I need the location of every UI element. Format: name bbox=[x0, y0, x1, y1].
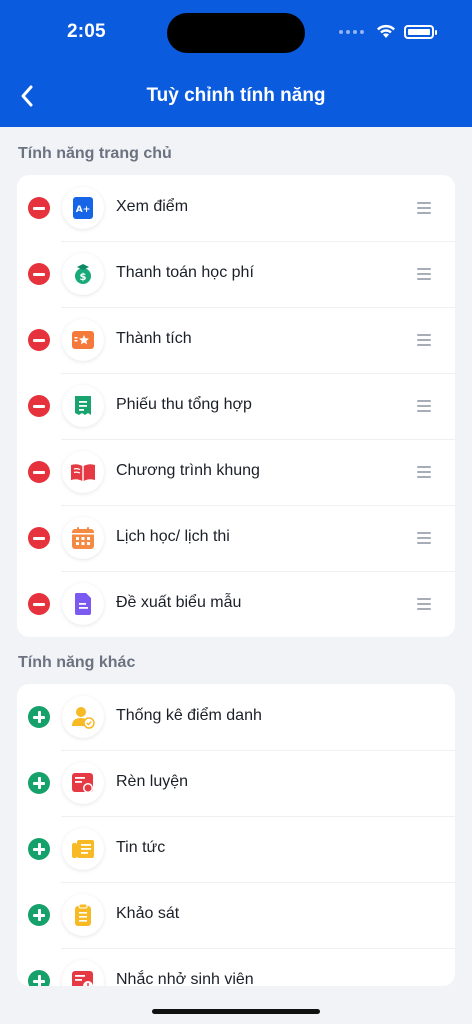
item-label: Phiếu thu tổng hợp bbox=[116, 396, 252, 413]
item-label: Rèn luyện bbox=[116, 773, 189, 790]
survey-clipboard-icon bbox=[62, 894, 104, 936]
list-item: Phiếu thu tổng hợp bbox=[17, 373, 455, 439]
status-icons bbox=[339, 24, 437, 39]
item-label: Xem điểm bbox=[116, 198, 189, 215]
add-button[interactable] bbox=[28, 838, 50, 860]
grade-a-plus-icon: A+ bbox=[62, 187, 104, 229]
add-button[interactable] bbox=[28, 970, 50, 986]
cellular-signal-icon bbox=[339, 29, 364, 34]
list-item: Thành tích bbox=[17, 307, 455, 373]
add-button[interactable] bbox=[28, 904, 50, 926]
add-button[interactable] bbox=[28, 706, 50, 728]
tuition-money-icon: $ bbox=[62, 253, 104, 295]
remove-button[interactable] bbox=[28, 593, 50, 615]
add-button[interactable] bbox=[28, 772, 50, 794]
list-item: Thống kê điểm danh bbox=[17, 684, 455, 750]
home-indicator bbox=[152, 1009, 320, 1014]
drag-handle-icon[interactable] bbox=[417, 598, 431, 610]
item-label: Đề xuất biểu mẫu bbox=[116, 594, 242, 611]
item-label: Khảo sát bbox=[116, 905, 180, 922]
drag-handle-icon[interactable] bbox=[417, 400, 431, 412]
section-title-other: Tính năng khác bbox=[18, 654, 136, 671]
remove-button[interactable] bbox=[28, 197, 50, 219]
calendar-icon bbox=[62, 517, 104, 559]
svg-text:A+: A+ bbox=[76, 205, 91, 215]
item-label: Thành tích bbox=[116, 330, 192, 347]
remove-button[interactable] bbox=[28, 461, 50, 483]
open-book-icon bbox=[62, 451, 104, 493]
news-icon bbox=[62, 828, 104, 870]
wifi-icon bbox=[377, 24, 395, 38]
remove-button[interactable] bbox=[28, 263, 50, 285]
home-features-list: A+ Xem điểm $ Thanh toán học phí Thành t… bbox=[17, 175, 455, 637]
list-item: Lịch học/ lịch thi bbox=[17, 505, 455, 571]
training-record-icon bbox=[62, 762, 104, 804]
reminder-icon bbox=[62, 960, 104, 986]
item-label: Thống kê điểm danh bbox=[116, 707, 262, 724]
list-item: Rèn luyện bbox=[17, 750, 455, 816]
remove-button[interactable] bbox=[28, 527, 50, 549]
drag-handle-icon[interactable] bbox=[417, 268, 431, 280]
remove-button[interactable] bbox=[28, 395, 50, 417]
item-label: Chương trình khung bbox=[116, 462, 260, 479]
section-title-home: Tính năng trang chủ bbox=[18, 145, 172, 162]
list-item: Đề xuất biểu mẫu bbox=[17, 571, 455, 637]
list-item: $ Thanh toán học phí bbox=[17, 241, 455, 307]
achievement-star-icon bbox=[62, 319, 104, 361]
form-document-icon bbox=[62, 583, 104, 625]
svg-text:$: $ bbox=[80, 272, 87, 283]
drag-handle-icon[interactable] bbox=[417, 532, 431, 544]
other-features-list: Thống kê điểm danh Rèn luyện Tin tức Khả… bbox=[17, 684, 455, 986]
item-label: Lịch học/ lịch thi bbox=[116, 528, 230, 545]
receipt-icon bbox=[62, 385, 104, 427]
list-item: Khảo sát bbox=[17, 882, 455, 948]
drag-handle-icon[interactable] bbox=[417, 202, 431, 214]
drag-handle-icon[interactable] bbox=[417, 466, 431, 478]
list-item: Tin tức bbox=[17, 816, 455, 882]
dynamic-island bbox=[167, 13, 305, 53]
item-label: Tin tức bbox=[116, 839, 166, 856]
status-time: 2:05 bbox=[67, 21, 106, 42]
list-item: Nhắc nhở sinh viên bbox=[17, 948, 455, 986]
drag-handle-icon[interactable] bbox=[417, 334, 431, 346]
page-title: Tuỳ chỉnh tính năng bbox=[146, 85, 326, 106]
item-label: Nhắc nhở sinh viên bbox=[116, 971, 254, 986]
item-label: Thanh toán học phí bbox=[116, 264, 254, 281]
list-item: A+ Xem điểm bbox=[17, 175, 455, 241]
attendance-user-check-icon bbox=[62, 696, 104, 738]
remove-button[interactable] bbox=[28, 329, 50, 351]
app-header: 2:05 Tuỳ chỉnh tính năng bbox=[0, 0, 472, 127]
battery-icon bbox=[404, 24, 437, 39]
list-item: Chương trình khung bbox=[17, 439, 455, 505]
